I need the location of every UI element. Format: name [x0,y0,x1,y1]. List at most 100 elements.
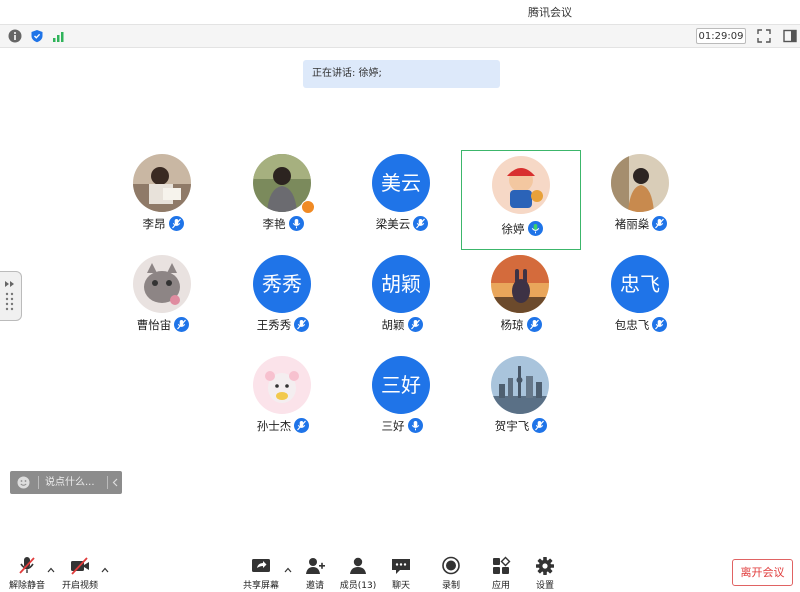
start-video-label: 开启视频 [61,581,98,591]
unmute-label: 解除静音 [8,581,45,591]
mic-muted-icon [174,317,190,332]
participant-tile[interactable]: 秀秀 王秀秀 [228,251,338,341]
avatar [491,356,549,414]
emoji-icon[interactable] [17,476,30,489]
participant-name: 杨琼 [500,318,524,332]
participant-name: 王秀秀 [256,318,292,332]
chat-button[interactable]: 聊天 [386,556,416,592]
participant-name: 李昂 [142,217,166,231]
members-button[interactable]: 成员(13) [340,556,376,592]
participant-tile[interactable]: 孙士杰 [228,352,338,442]
signal-icon[interactable] [52,29,66,43]
invite-button[interactable]: 邀请 [300,556,330,592]
share-screen-icon [252,559,270,572]
participant-tile[interactable]: 贺宇飞 [466,352,576,442]
info-icon[interactable] [8,29,22,43]
participant-tile[interactable]: 美云 梁美云 [347,150,457,240]
video-off-icon [71,557,89,575]
side-panel-handle[interactable] [0,271,22,321]
avatar [133,154,191,212]
chat-label: 聊天 [391,581,410,591]
participant-name: 褚丽燊 [614,217,650,231]
members-icon [350,557,366,574]
mic-muted-icon [413,216,429,231]
mic-muted-icon [294,317,310,332]
collapse-chevron-icon[interactable] [112,478,118,487]
mic-muted-icon [407,317,423,332]
avatar [611,154,669,212]
share-screen-label: 共享屏幕 [242,581,279,591]
participant-name: 徐婷 [501,222,525,236]
mic-icon [407,418,423,433]
record-button[interactable]: 录制 [436,556,466,592]
add-user-icon [306,558,325,574]
chevron-up-icon[interactable] [284,567,292,573]
mic-muted-icon [294,418,310,433]
divider [107,476,108,489]
leave-meeting-button[interactable]: 离开会议 [732,559,793,586]
mic-speaking-icon [527,221,543,236]
avatar: 秀秀 [253,255,311,313]
apps-icon [493,556,511,574]
avatar [253,356,311,414]
chevron-up-icon[interactable] [101,567,109,573]
participant-tile[interactable]: 褚丽燊 [586,150,696,240]
avatar: 忠飞 [611,255,669,313]
participant-name: 梁美云 [375,217,411,231]
meeting-timer: 01:29:09 [696,28,746,44]
avatar [491,255,549,313]
start-video-button[interactable]: 开启视频 [62,556,98,592]
avatar: 胡颖 [372,255,430,313]
mic-muted-icon [652,317,668,332]
host-badge-icon [301,200,315,214]
apps-button[interactable]: 应用 [486,556,516,592]
mic-muted-icon [168,216,184,231]
chat-input[interactable]: 说点什么... [10,471,122,494]
settings-label: 设置 [535,581,554,591]
participant-name: 贺宇飞 [494,419,530,433]
mic-muted-icon [19,557,35,574]
shield-icon[interactable] [30,29,44,43]
chat-placeholder: 说点什么... [45,477,95,488]
record-label: 录制 [441,581,460,591]
share-screen-button[interactable]: 共享屏幕 [243,556,279,592]
participant-tile[interactable]: 李昂 [108,150,218,240]
participant-tile[interactable]: 三好 三好 [347,352,457,442]
participant-tile[interactable]: 杨琼 [466,251,576,341]
participant-name: 曹怡宙 [136,318,172,332]
participant-tile[interactable]: 胡颖 胡颖 [347,251,457,341]
apps-label: 应用 [491,581,510,591]
gear-icon [536,557,554,575]
fullscreen-icon[interactable] [757,29,771,43]
status-bar: 01:29:09 [0,24,800,48]
participant-tile-active[interactable]: 徐婷 [461,150,581,250]
bottom-toolbar: 解除静音 开启视频 共享屏幕 邀请 成员(13) 聊天 录制 应用 设置 [0,548,800,592]
expand-grip-icon [5,281,14,311]
participant-name: 胡颖 [381,318,405,332]
mic-muted-icon [526,317,542,332]
chat-icon [392,559,410,574]
participant-name: 李艳 [262,217,286,231]
participant-tile[interactable]: 曹怡宙 [108,251,218,341]
participant-name: 孙士杰 [256,419,292,433]
avatar [133,255,191,313]
avatar: 美云 [372,154,430,212]
sidebar-toggle-icon[interactable] [783,29,797,43]
unmute-button[interactable]: 解除静音 [9,556,45,592]
title-bar: 腾讯会议 [0,0,800,24]
mic-muted-icon [652,216,668,231]
participant-tile[interactable]: 忠飞 包忠飞 [586,251,696,341]
speaking-indicator: 正在讲话: 徐婷; [303,60,500,88]
chevron-up-icon[interactable] [47,567,55,573]
participant-name: 三好 [381,419,405,433]
window-title: 腾讯会议 [528,6,572,19]
participant-name: 包忠飞 [614,318,650,332]
avatar: 三好 [372,356,430,414]
mic-muted-icon [532,418,548,433]
participant-tile[interactable]: 李艳 [228,150,338,240]
settings-button[interactable]: 设置 [530,556,560,592]
divider [38,476,39,489]
record-icon [442,556,460,575]
avatar [492,156,550,214]
mic-icon [288,216,304,231]
